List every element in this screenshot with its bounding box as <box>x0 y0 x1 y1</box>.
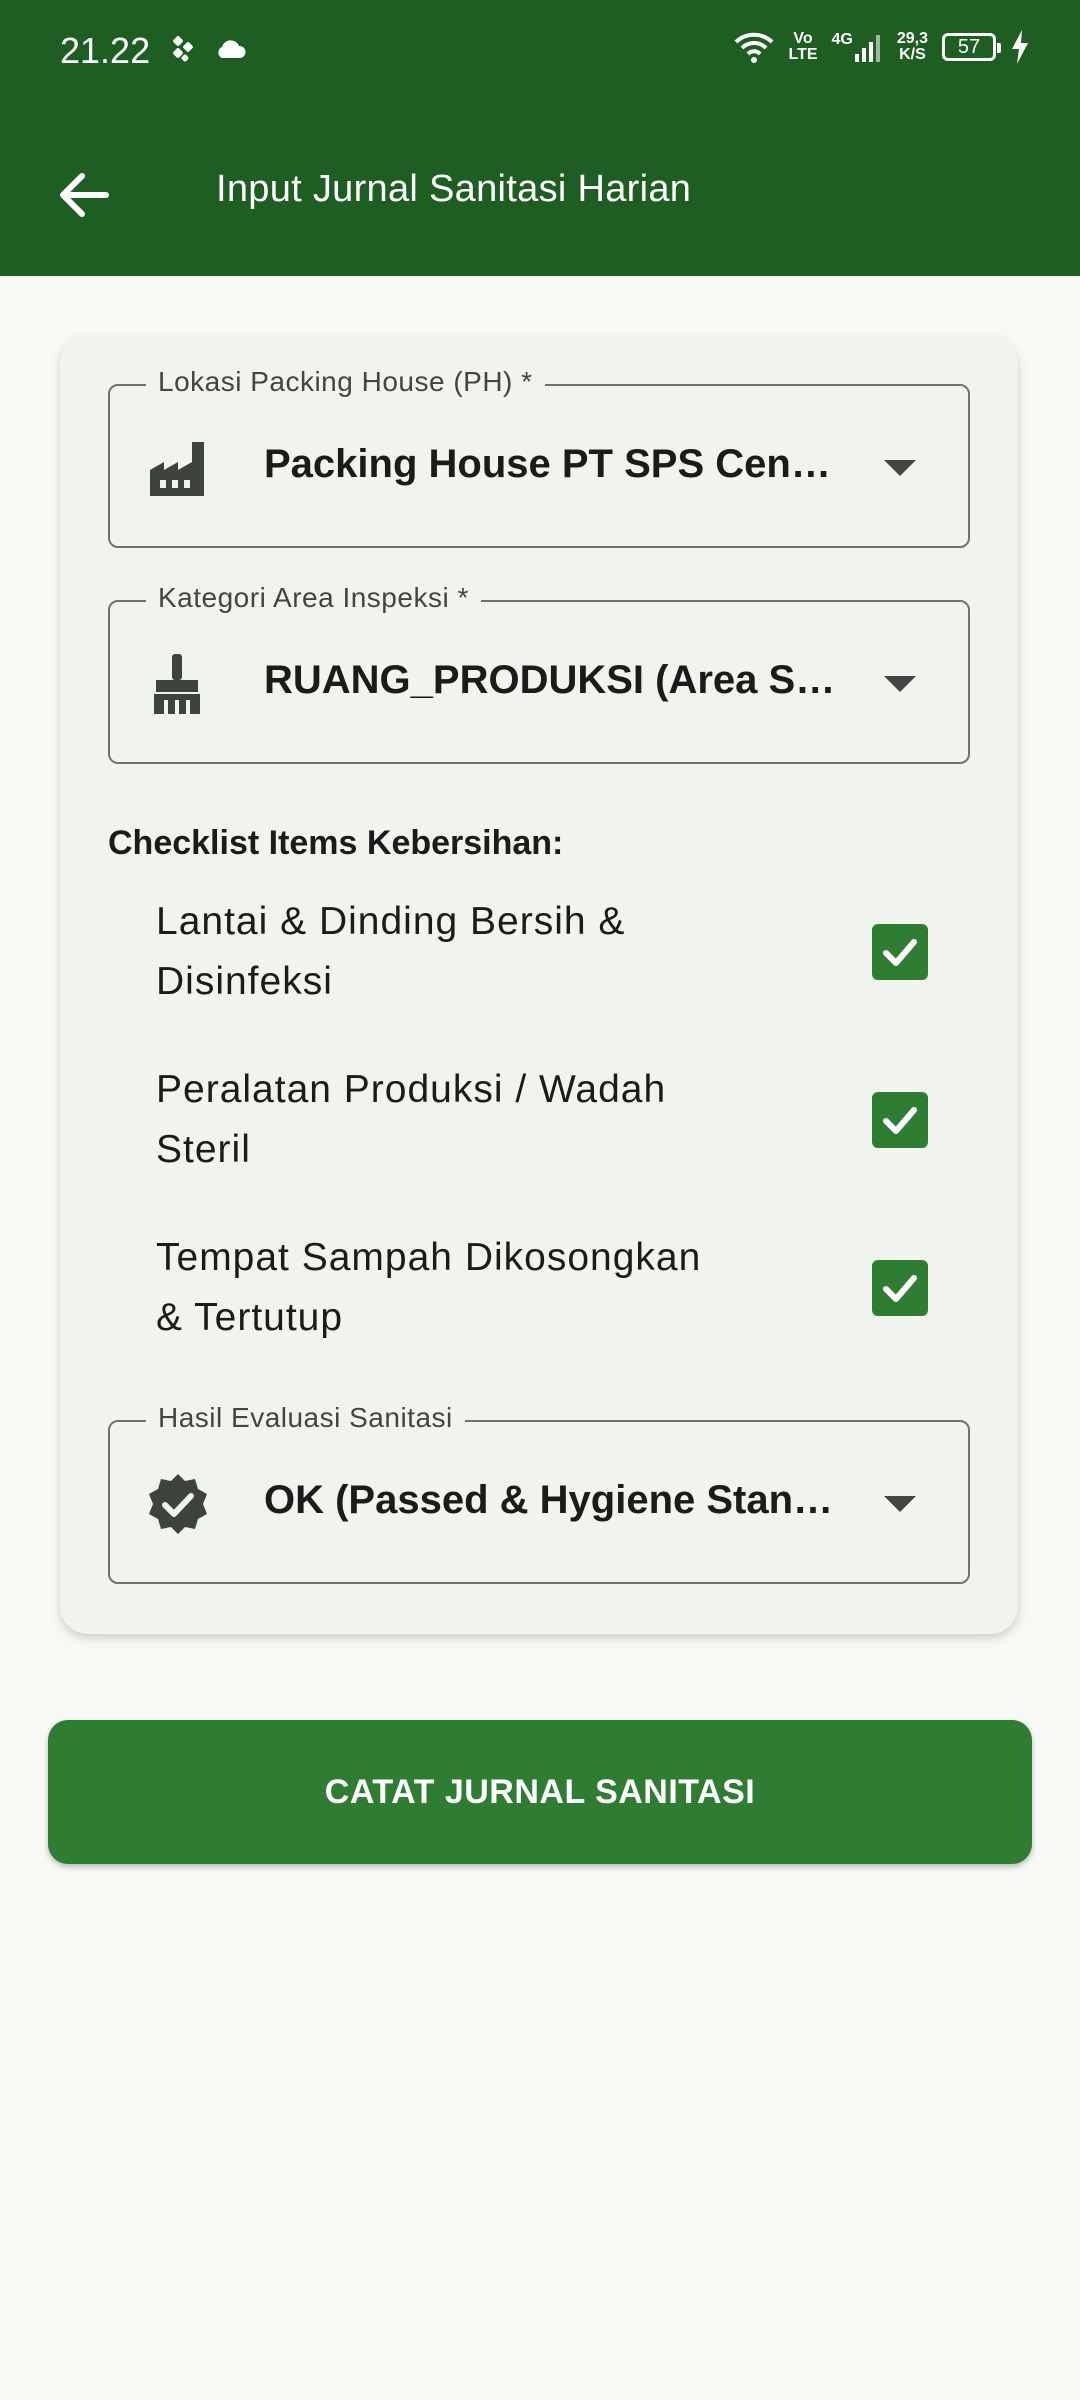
check-icon <box>883 939 917 966</box>
evaluation-value: OK (Passed & Hygiene Standard) <box>264 1478 844 1522</box>
back-button[interactable] <box>50 160 120 230</box>
area-value: RUANG_PRODUKSI (Area Sortasi) <box>264 658 844 702</box>
checklist-item-label: Lantai & Dinding Bersih & Disinfeksi <box>156 900 626 1003</box>
checklist-checkbox[interactable] <box>872 1260 928 1316</box>
location-label: Lokasi Packing House (PH) * <box>146 366 545 398</box>
battery-level: 57 <box>957 35 981 58</box>
check-icon <box>883 1107 917 1134</box>
status-time: 21.22 <box>60 30 151 71</box>
network-indicator: 4G <box>832 32 883 62</box>
factory-icon <box>150 442 204 496</box>
charging-icon <box>1012 30 1028 64</box>
checklist-title: Checklist Items Kebersihan: <box>108 824 564 862</box>
dropdown-arrow-icon <box>884 676 916 692</box>
checklist-item-label: Tempat Sampah Dikosongkan & Tertutup <box>156 1236 702 1339</box>
page-title: Input Jurnal Sanitasi Harian <box>216 168 692 210</box>
broom-icon <box>154 654 200 714</box>
wifi-icon <box>735 32 774 63</box>
location-dropdown[interactable]: Lokasi Packing House (PH) * Packing Hous… <box>108 366 970 548</box>
status-left-icons <box>168 34 246 64</box>
checklist-checkbox[interactable] <box>872 924 928 980</box>
dropdown-arrow-icon <box>884 460 916 476</box>
network-type: 4G <box>831 31 853 48</box>
app-notification-icon <box>173 36 193 62</box>
area-label: Kategori Area Inspeksi * <box>146 582 481 614</box>
volte-indicator: Vo LTE <box>788 30 818 63</box>
cloud-icon <box>218 40 246 58</box>
area-dropdown[interactable]: Kategori Area Inspeksi * RUANG_PRODUKSI … <box>108 582 970 764</box>
checklist-item: Tempat Sampah Dikosongkan & Tertutup <box>156 1228 928 1368</box>
submit-button[interactable]: CATAT JURNAL SANITASI <box>48 1720 1032 1864</box>
signal-icon <box>854 35 880 62</box>
status-bar: 21.22 Vo LTE 4G 29,3 K/S 57 <box>0 0 1080 110</box>
checklist-checkbox[interactable] <box>872 1092 928 1148</box>
arrow-left-icon <box>60 173 109 217</box>
evaluation-dropdown[interactable]: Hasil Evaluasi Sanitasi OK (Passed & Hyg… <box>108 1402 970 1584</box>
submit-button-label: CATAT JURNAL SANITASI <box>324 1772 756 1811</box>
checklist-item: Lantai & Dinding Bersih & Disinfeksi <box>156 892 928 1032</box>
status-right-icons: Vo LTE 4G 29,3 K/S 57 <box>734 30 1030 64</box>
checklist-item-label: Peralatan Produksi / Wadah Steril <box>156 1068 667 1171</box>
app-bar: Input Jurnal Sanitasi Harian <box>0 110 1080 276</box>
evaluation-label: Hasil Evaluasi Sanitasi <box>146 1402 465 1434</box>
checklist-item: Peralatan Produksi / Wadah Steril <box>156 1060 928 1200</box>
location-value: Packing House PT SPS Central <box>264 442 844 486</box>
check-icon <box>883 1275 917 1302</box>
verified-badge-icon <box>149 1474 207 1534</box>
network-speed: 29,3 K/S <box>896 30 928 63</box>
sanitation-form-card: Lokasi Packing House (PH) * Packing Hous… <box>60 336 1018 1634</box>
dropdown-arrow-icon <box>884 1496 916 1512</box>
battery-icon: 57 <box>942 33 1001 61</box>
